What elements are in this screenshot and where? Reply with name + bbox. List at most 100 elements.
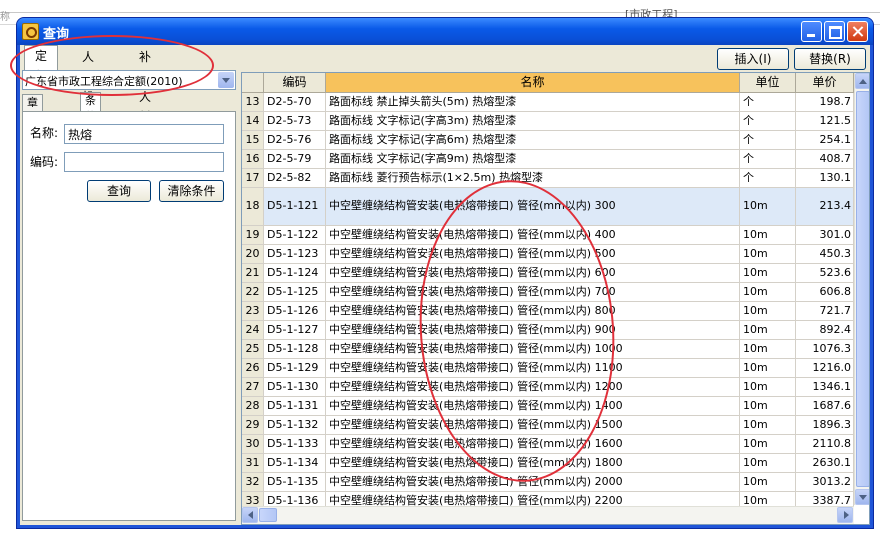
row-number[interactable]: 26 — [242, 359, 264, 377]
unit-cell[interactable]: 10m — [740, 188, 796, 225]
row-number[interactable]: 19 — [242, 226, 264, 244]
price-cell[interactable]: 450.3 — [796, 245, 854, 263]
scroll-down-icon[interactable] — [855, 489, 869, 505]
unit-cell[interactable]: 10m — [740, 245, 796, 263]
price-cell[interactable]: 1216.0 — [796, 359, 854, 377]
name-cell[interactable]: 路面标线 菱行预告标示(1×2.5m) 热熔型漆 — [326, 169, 740, 187]
price-cell[interactable]: 1687.6 — [796, 397, 854, 415]
table-row[interactable]: 31 D5-1-134 中空壁缠绕结构管安装(电热熔带接口) 管径(mm以内) 18… — [242, 454, 854, 473]
row-number[interactable]: 28 — [242, 397, 264, 415]
table-row[interactable]: 30 D5-1-133 中空壁缠绕结构管安装(电热熔带接口) 管径(mm以内) 16… — [242, 435, 854, 454]
unit-cell[interactable]: 个 — [740, 150, 796, 168]
name-cell[interactable]: 中空壁缠绕结构管安装(电热熔带接口) 管径(mm以内) 300 — [326, 188, 740, 225]
price-cell[interactable]: 408.7 — [796, 150, 854, 168]
table-row[interactable]: 23 D5-1-126 中空壁缠绕结构管安装(电热熔带接口) 管径(mm以内) 80… — [242, 302, 854, 321]
code-cell[interactable]: D5-1-135 — [264, 473, 326, 491]
row-number[interactable]: 21 — [242, 264, 264, 282]
code-cell[interactable]: D2-5-70 — [264, 93, 326, 111]
row-number[interactable]: 30 — [242, 435, 264, 453]
chevron-down-icon[interactable] — [218, 72, 234, 88]
tab-labor-material-machine[interactable]: 人材机 — [72, 47, 104, 104]
scroll-up-icon[interactable] — [855, 73, 869, 89]
code-cell[interactable]: D5-1-128 — [264, 340, 326, 358]
name-cell[interactable]: 中空壁缠绕结构管安装(电热熔带接口) 管径(mm以内) 1200 — [326, 378, 740, 396]
code-cell[interactable]: D5-1-123 — [264, 245, 326, 263]
price-cell[interactable]: 892.4 — [796, 321, 854, 339]
row-number[interactable]: 31 — [242, 454, 264, 472]
clear-conditions-button[interactable]: 清除条件 — [159, 180, 224, 202]
unit-cell[interactable]: 10m — [740, 378, 796, 396]
code-cell[interactable]: D5-1-134 — [264, 454, 326, 472]
code-cell[interactable]: D5-1-133 — [264, 435, 326, 453]
code-cell[interactable]: D5-1-130 — [264, 378, 326, 396]
price-cell[interactable]: 121.5 — [796, 112, 854, 130]
row-number[interactable]: 15 — [242, 131, 264, 149]
price-cell[interactable]: 2630.1 — [796, 454, 854, 472]
unit-cell[interactable]: 10m — [740, 359, 796, 377]
name-cell[interactable]: 中空壁缠绕结构管安装(电热熔带接口) 管径(mm以内) 1500 — [326, 416, 740, 434]
table-row[interactable]: 21 D5-1-124 中空壁缠绕结构管安装(电热熔带接口) 管径(mm以内) 60… — [242, 264, 854, 283]
query-button[interactable]: 查询 — [87, 180, 151, 202]
price-cell[interactable]: 3013.2 — [796, 473, 854, 491]
tab-quota[interactable]: 定额 — [24, 45, 59, 83]
price-cell[interactable]: 254.1 — [796, 131, 854, 149]
code-cell[interactable]: D2-5-79 — [264, 150, 326, 168]
unit-cell[interactable]: 个 — [740, 169, 796, 187]
row-number[interactable]: 22 — [242, 283, 264, 301]
code-input[interactable] — [64, 152, 224, 172]
unit-cell[interactable]: 10m — [740, 264, 796, 282]
name-cell[interactable]: 中空壁缠绕结构管安装(电热熔带接口) 管径(mm以内) 2000 — [326, 473, 740, 491]
tab-supplementary-lmm[interactable]: 补充人材机 — [129, 47, 161, 144]
quota-library-select[interactable]: 广东省市政工程综合定额(2010) — [22, 70, 236, 90]
name-cell[interactable]: 中空壁缠绕结构管安装(电热熔带接口) 管径(mm以内) 1600 — [326, 435, 740, 453]
table-row[interactable]: 32 D5-1-135 中空壁缠绕结构管安装(电热熔带接口) 管径(mm以内) 20… — [242, 473, 854, 492]
row-number[interactable]: 14 — [242, 112, 264, 130]
vertical-scrollbar[interactable] — [854, 73, 869, 505]
minimize-button[interactable] — [801, 21, 822, 42]
unit-cell[interactable]: 10m — [740, 283, 796, 301]
table-row[interactable]: 14 D2-5-73 路面标线 文字标记(字高3m) 热熔型漆个 121.5 — [242, 112, 854, 131]
unit-cell[interactable]: 10m — [740, 454, 796, 472]
unit-cell[interactable]: 10m — [740, 416, 796, 434]
table-row[interactable]: 22 D5-1-125 中空壁缠绕结构管安装(电热熔带接口) 管径(mm以内) 70… — [242, 283, 854, 302]
row-number[interactable]: 20 — [242, 245, 264, 263]
unit-cell[interactable]: 个 — [740, 112, 796, 130]
row-number[interactable]: 13 — [242, 93, 264, 111]
column-header-unit[interactable]: 单位 — [740, 73, 796, 92]
maximize-button[interactable] — [824, 21, 845, 42]
row-number[interactable]: 24 — [242, 321, 264, 339]
row-number[interactable]: 27 — [242, 378, 264, 396]
table-row[interactable]: 20 D5-1-123 中空壁缠绕结构管安装(电热熔带接口) 管径(mm以内) 50… — [242, 245, 854, 264]
code-cell[interactable]: D5-1-121 — [264, 188, 326, 225]
unit-cell[interactable]: 10m — [740, 473, 796, 491]
name-cell[interactable]: 中空壁缠绕结构管安装(电热熔带接口) 管径(mm以内) 500 — [326, 245, 740, 263]
column-header-price[interactable]: 单价 — [796, 73, 854, 92]
row-number[interactable]: 17 — [242, 169, 264, 187]
code-cell[interactable]: D5-1-125 — [264, 283, 326, 301]
table-row[interactable]: 15 D2-5-76 路面标线 文字标记(字高6m) 热熔型漆个 254.1 — [242, 131, 854, 150]
horizontal-scroll-thumb[interactable] — [259, 508, 277, 522]
unit-cell[interactable]: 10m — [740, 226, 796, 244]
price-cell[interactable]: 2110.8 — [796, 435, 854, 453]
name-cell[interactable]: 路面标线 文字标记(字高9m) 热熔型漆 — [326, 150, 740, 168]
code-cell[interactable]: D2-5-82 — [264, 169, 326, 187]
name-cell[interactable]: 中空壁缠绕结构管安装(电热熔带接口) 管径(mm以内) 800 — [326, 302, 740, 320]
table-row[interactable]: 25 D5-1-128 中空壁缠绕结构管安装(电热熔带接口) 管径(mm以内) 10… — [242, 340, 854, 359]
name-cell[interactable]: 中空壁缠绕结构管安装(电热熔带接口) 管径(mm以内) 1800 — [326, 454, 740, 472]
table-row[interactable]: 28 D5-1-131 中空壁缠绕结构管安装(电热熔带接口) 管径(mm以内) 14… — [242, 397, 854, 416]
code-cell[interactable]: D5-1-127 — [264, 321, 326, 339]
price-cell[interactable]: 1076.3 — [796, 340, 854, 358]
name-input[interactable] — [64, 124, 224, 144]
name-cell[interactable]: 路面标线 文字标记(字高3m) 热熔型漆 — [326, 112, 740, 130]
price-cell[interactable]: 1346.1 — [796, 378, 854, 396]
code-cell[interactable]: D5-1-124 — [264, 264, 326, 282]
column-header-code[interactable]: 编码 — [264, 73, 326, 92]
name-cell[interactable]: 中空壁缠绕结构管安装(电热熔带接口) 管径(mm以内) 1100 — [326, 359, 740, 377]
name-cell[interactable]: 路面标线 文字标记(字高6m) 热熔型漆 — [326, 131, 740, 149]
column-header-name[interactable]: 名称 — [326, 73, 740, 92]
tab-chapter-query[interactable]: 章节查询 — [22, 94, 43, 157]
row-number[interactable]: 18 — [242, 188, 264, 225]
price-cell[interactable]: 130.1 — [796, 169, 854, 187]
name-cell[interactable]: 中空壁缠绕结构管安装(电热熔带接口) 管径(mm以内) 600 — [326, 264, 740, 282]
insert-button[interactable]: 插入(I) — [717, 48, 789, 70]
